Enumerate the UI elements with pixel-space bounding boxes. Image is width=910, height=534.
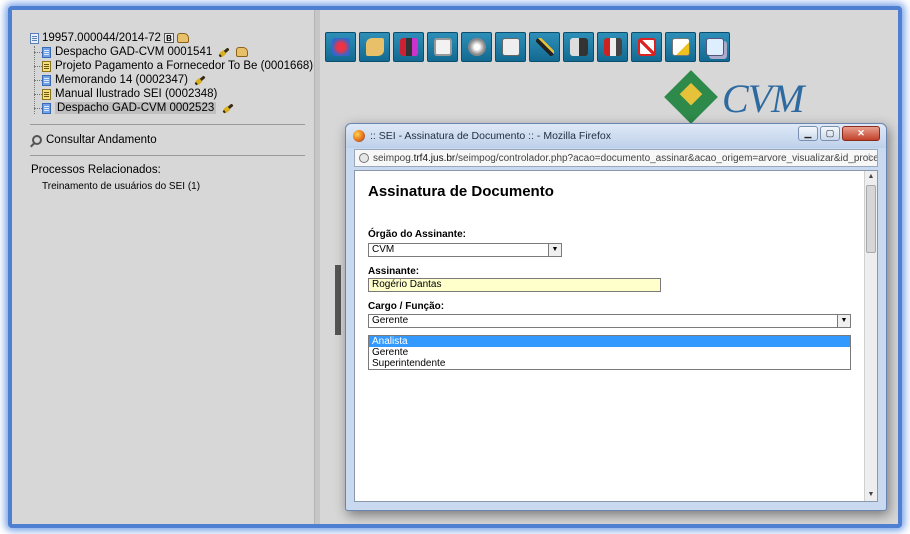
tree-item[interactable]: Manual Ilustrado SEI (0002348) xyxy=(34,88,217,100)
minimize-button[interactable]: ▁ xyxy=(798,126,818,141)
maximize-button[interactable]: ▢ xyxy=(820,126,840,141)
chevron-down-icon[interactable]: ▼ xyxy=(837,315,850,327)
signature-pen-icon xyxy=(194,74,206,86)
orgao-label: Órgão do Assinante: xyxy=(368,229,466,240)
tree-item-label[interactable]: Despacho GAD-CVM 0001541 xyxy=(55,46,212,58)
chevron-down-icon[interactable]: ▼ xyxy=(548,244,561,256)
popup-titlebar[interactable]: :: SEI - Assinatura de Documento :: - Mo… xyxy=(346,124,886,148)
send-process-button[interactable] xyxy=(325,32,356,62)
sign-button[interactable] xyxy=(529,32,560,62)
tree-item[interactable]: Despacho GAD-CVM 0001541 xyxy=(34,46,249,58)
favorite-document-button[interactable] xyxy=(665,32,696,62)
popup-content: Assinatura de Documento Órgão do Assinan… xyxy=(354,170,878,502)
process-folder-icon xyxy=(30,32,39,44)
consultar-andamento-link[interactable]: Consultar Andamento xyxy=(32,134,157,146)
url-bar[interactable]: seimpog.trf4.jus.br/seimpog/controlador.… xyxy=(354,149,878,167)
signature-popup-window: :: SEI - Assinatura de Documento :: - Mo… xyxy=(345,123,887,511)
hand-icon xyxy=(176,33,189,43)
close-button[interactable]: ✕ xyxy=(842,126,880,141)
tree-item-label[interactable]: Despacho GAD-CVM 0002523 xyxy=(55,102,217,114)
search-icon xyxy=(32,135,42,145)
globe-send-icon xyxy=(331,38,350,56)
print-button[interactable] xyxy=(597,32,628,62)
scroll-up-icon[interactable]: ▲ xyxy=(865,171,877,183)
email-button[interactable] xyxy=(427,32,458,62)
globe-icon xyxy=(359,153,369,163)
signature-pen-icon xyxy=(218,46,230,58)
assinante-label: Assinante: xyxy=(368,266,420,277)
firefox-icon xyxy=(353,130,365,142)
edit-document-button[interactable] xyxy=(563,32,594,62)
pen-icon xyxy=(535,38,554,56)
cargo-option-superintendente[interactable]: Superintendente xyxy=(369,358,850,369)
process-root[interactable]: 19957.000044/2014-72 B xyxy=(30,32,189,44)
copy-documents-button[interactable] xyxy=(699,32,730,62)
cvm-logo: CVM xyxy=(664,70,804,124)
document-icon xyxy=(42,74,51,86)
popup-window-title: :: SEI - Assinatura de Documento :: - Mo… xyxy=(370,130,612,142)
cvm-emblem-icon xyxy=(664,70,718,124)
cargo-dropdown-list: Analista Gerente Superintendente xyxy=(368,335,851,370)
magnifier-icon xyxy=(467,38,486,56)
cargo-value: Gerente xyxy=(372,315,409,326)
consultar-andamento-label[interactable]: Consultar Andamento xyxy=(46,134,157,146)
tree-item-label[interactable]: Manual Ilustrado SEI (0002348) xyxy=(55,88,217,100)
badge-icon: B xyxy=(163,33,174,43)
url-text: seimpog.trf4.jus.br/seimpog/controlador.… xyxy=(373,152,878,164)
external-document-icon xyxy=(42,60,51,72)
divider xyxy=(30,124,305,125)
envelope-icon xyxy=(433,38,452,56)
form-title: Assinatura de Documento xyxy=(368,183,554,200)
assinante-input[interactable]: Rogério Dantas xyxy=(368,278,661,292)
app-frame: 19957.000044/2014-72 B Despacho GAD-CVM … xyxy=(8,6,902,528)
cargo-option-analista[interactable]: Analista xyxy=(369,336,850,347)
scroll-icon xyxy=(501,38,520,56)
copy-icon xyxy=(705,38,724,56)
hand-icon xyxy=(236,47,249,57)
orgao-select[interactable]: CVM ▼ xyxy=(368,243,562,257)
document-star-icon xyxy=(671,38,690,56)
tree-item-selected[interactable]: Despacho GAD-CVM 0002523 xyxy=(34,102,236,114)
scroll-button[interactable] xyxy=(495,32,526,62)
scroll-thumb[interactable] xyxy=(866,185,876,253)
tree-item[interactable]: Memorando 14 (0002347) xyxy=(34,74,208,86)
action-toolbar xyxy=(325,32,730,62)
cargo-option-gerente[interactable]: Gerente xyxy=(369,347,850,358)
cargo-label: Cargo / Função: xyxy=(368,301,445,312)
people-icon xyxy=(399,38,418,56)
search-globe-button[interactable] xyxy=(461,32,492,62)
books-icon xyxy=(603,38,622,56)
cvm-logo-text: CVM xyxy=(722,76,804,121)
divider xyxy=(30,155,305,156)
signature-pen-icon xyxy=(222,102,234,114)
process-tree-panel: 19957.000044/2014-72 B Despacho GAD-CVM … xyxy=(12,10,314,524)
processos-relacionados-title: Processos Relacionados: xyxy=(31,164,161,176)
tree-item-label[interactable]: Memorando 14 (0002347) xyxy=(55,74,188,86)
qr-code-fragment xyxy=(335,265,341,335)
processo-relacionado-link[interactable]: Treinamento de usuários do SEI (1) xyxy=(42,181,200,192)
assign-button[interactable] xyxy=(359,32,390,62)
tree-item[interactable]: Projeto Pagamento a Fornecedor To Be (00… xyxy=(34,60,313,72)
bookmark-star-icon[interactable]: ☆ xyxy=(864,151,874,164)
scroll-down-icon[interactable]: ▼ xyxy=(865,489,877,501)
cancel-icon xyxy=(637,38,656,56)
process-number[interactable]: 19957.000044/2014-72 xyxy=(42,32,161,44)
cancel-document-button[interactable] xyxy=(631,32,662,62)
users-button[interactable] xyxy=(393,32,424,62)
orgao-value: CVM xyxy=(372,244,395,255)
cargo-select[interactable]: Gerente ▼ xyxy=(368,314,851,328)
document-icon xyxy=(42,46,51,58)
vertical-scrollbar[interactable]: ▲ ▼ xyxy=(864,171,877,501)
edit-doc-icon xyxy=(569,38,588,56)
thumb-icon xyxy=(365,38,384,56)
external-document-icon xyxy=(42,88,51,100)
tree-item-label[interactable]: Projeto Pagamento a Fornecedor To Be (00… xyxy=(55,60,313,72)
document-icon xyxy=(42,102,51,114)
